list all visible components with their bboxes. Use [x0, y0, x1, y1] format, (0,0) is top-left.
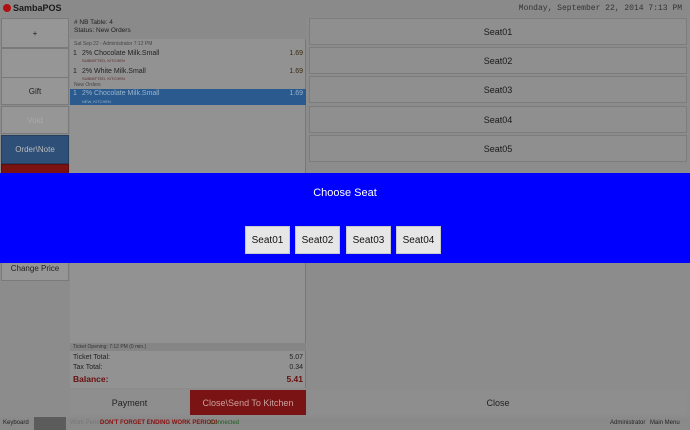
close-button[interactable]: Close — [309, 390, 687, 415]
ticket-opening: Ticket Opening: 7:12 PM (0 min.) — [70, 343, 306, 351]
seat-button[interactable]: Seat03 — [309, 76, 687, 103]
seat-option-button[interactable]: Seat04 — [396, 226, 441, 254]
ticket-number: # NB Table: 4 — [74, 19, 113, 26]
order-line[interactable]: 1 2% Chocolate Milk.Small 1.69 SUBMITTED… — [70, 49, 306, 63]
close-send-to-kitchen-button[interactable]: Close\Send To Kitchen — [190, 390, 306, 415]
order-line[interactable]: 1 2% White Milk.Small 1.69 SUBMITTED, KI… — [70, 67, 306, 81]
tax-total-value: 0.34 — [289, 364, 303, 371]
ticket-total-row: Ticket Total: 5.07 — [73, 354, 303, 361]
status-block — [34, 417, 66, 430]
add-button[interactable]: + — [1, 18, 69, 48]
order-price: 1.69 — [289, 90, 303, 97]
order-line-selected[interactable]: 1 2% Chocolate Milk.Small 1.69 NEW, KITC… — [70, 89, 306, 105]
order-tag: SUBMITTED, KITCHEN — [82, 76, 125, 81]
seat-button[interactable]: Seat05 — [309, 135, 687, 162]
balance-row: Balance: 5.41 — [73, 374, 303, 384]
connection-status: Connected — [210, 420, 240, 426]
main-menu-button[interactable]: Main Menu — [650, 420, 680, 426]
ticket-sub-header: Sat Sep 22 - Administrator 7:12 PM — [74, 41, 153, 47]
choose-seat-dialog: Choose Seat Seat01 Seat02 Seat03 Seat04 — [0, 173, 690, 263]
order-note-button[interactable]: Order\Note — [1, 135, 69, 164]
ticket-status: Status: New Orders — [74, 27, 131, 34]
app-logo: SambaPOS — [3, 3, 62, 13]
order-qty: 1 — [73, 68, 77, 75]
order-name: 2% Chocolate Milk.Small — [82, 90, 160, 97]
datetime: Monday, September 22, 2014 7:13 PM — [518, 4, 682, 13]
gift-button[interactable]: Gift — [1, 77, 69, 105]
tax-total-row: Tax Total: 0.34 — [73, 364, 303, 371]
ticket-total-label: Ticket Total: — [73, 354, 110, 361]
tax-total-label: Tax Total: — [73, 364, 103, 371]
order-name: 2% White Milk.Small — [82, 68, 146, 75]
dialog-title: Choose Seat — [313, 187, 377, 199]
payment-button[interactable]: Payment — [70, 390, 189, 415]
status-bar: Keyboard Work Period DON'T FORGET ENDING… — [0, 417, 690, 430]
seat-button[interactable]: Seat02 — [309, 47, 687, 74]
ticket-total-value: 5.07 — [289, 354, 303, 361]
void-button[interactable]: Void — [1, 106, 69, 134]
seat-option-button[interactable]: Seat01 — [245, 226, 290, 254]
order-qty: 1 — [73, 90, 77, 97]
blank-button[interactable] — [1, 48, 69, 78]
order-name: 2% Chocolate Milk.Small — [82, 50, 160, 57]
keyboard-button[interactable]: Keyboard — [3, 420, 29, 426]
seat-option-button[interactable]: Seat02 — [295, 226, 340, 254]
ticket-header: # NB Table: 4 Status: New Orders — [70, 17, 306, 39]
balance-label: Balance: — [73, 374, 109, 384]
order-qty: 1 — [73, 50, 77, 57]
seat-button[interactable]: Seat01 — [309, 18, 687, 45]
work-period-warning: DON'T FORGET ENDING WORK PERIOD! — [100, 420, 218, 426]
order-tag: SUBMITTED, KITCHEN — [82, 58, 125, 63]
work-period-label: Work Period — [70, 420, 103, 426]
logo-icon — [3, 4, 11, 12]
seat-button[interactable]: Seat04 — [309, 106, 687, 133]
new-orders-label: New Orders — [74, 82, 101, 88]
app-logo-text: SambaPOS — [13, 3, 62, 13]
seat-option-button[interactable]: Seat03 — [346, 226, 391, 254]
user-name: Administrator — [610, 420, 646, 426]
order-price: 1.69 — [289, 50, 303, 57]
balance-value: 5.41 — [286, 374, 303, 384]
order-tag: NEW, KITCHEN — [82, 99, 111, 104]
order-price: 1.69 — [289, 68, 303, 75]
